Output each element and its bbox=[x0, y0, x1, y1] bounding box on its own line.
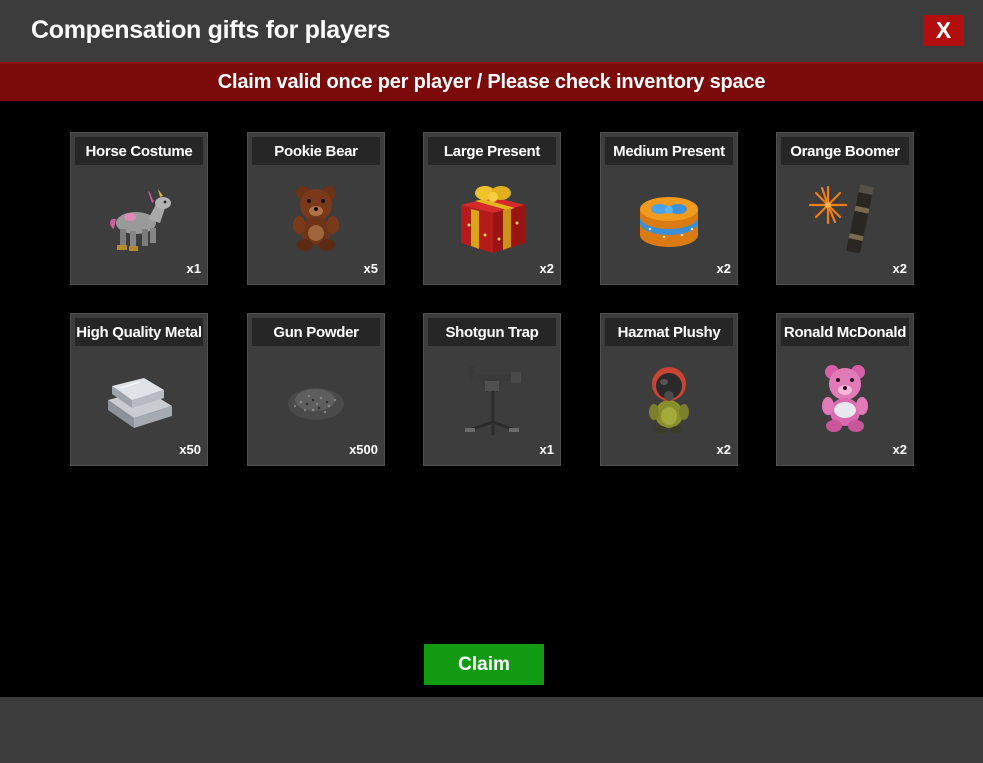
item-card-large-present[interactable]: Large Present x2 bbox=[423, 132, 561, 285]
item-card-gun-powder[interactable]: Gun Powder x500 bbox=[247, 313, 385, 466]
item-name: Horse Costume bbox=[75, 137, 203, 165]
item-card-ronald-mcdonald[interactable]: Ronald McDonald x2 bbox=[776, 313, 914, 466]
title-bar: Compensation gifts for players X bbox=[0, 0, 983, 62]
item-card-hazmat-plushy[interactable]: Hazmat Plushy x2 bbox=[600, 313, 738, 466]
notice-text: Claim valid once per player / Please che… bbox=[217, 71, 766, 93]
item-name: Pookie Bear bbox=[252, 137, 380, 165]
shotgun-trap-icon bbox=[465, 366, 521, 436]
item-card-pookie-bear[interactable]: Pookie Bear x5 bbox=[247, 132, 385, 285]
item-name: Shotgun Trap bbox=[428, 318, 556, 346]
item-name: Orange Boomer bbox=[781, 137, 909, 165]
item-quantity: x2 bbox=[539, 261, 554, 276]
item-card-shotgun-trap[interactable]: Shotgun Trap x1 bbox=[423, 313, 561, 466]
item-name: High Quality Metal bbox=[75, 318, 203, 346]
hazmat-plushy-icon bbox=[649, 367, 689, 434]
item-card-high-quality-metal[interactable]: High Quality Metal x50 bbox=[70, 313, 208, 466]
pink-bear-icon bbox=[822, 365, 868, 432]
pookie-bear-icon bbox=[293, 186, 339, 251]
item-card-medium-present[interactable]: Medium Present x2 bbox=[600, 132, 738, 285]
item-quantity: x2 bbox=[716, 261, 731, 276]
gun-powder-icon bbox=[288, 388, 344, 420]
item-card-horse-costume[interactable]: Horse Costume x1 bbox=[70, 132, 208, 285]
item-quantity: x2 bbox=[892, 442, 907, 457]
item-quantity: x5 bbox=[363, 261, 378, 276]
item-quantity: x50 bbox=[179, 442, 201, 457]
close-button[interactable]: X bbox=[923, 15, 964, 46]
item-quantity: x1 bbox=[539, 442, 554, 457]
medium-present-icon bbox=[640, 197, 698, 247]
metal-ingot-icon bbox=[108, 378, 172, 428]
item-quantity: x1 bbox=[186, 261, 201, 276]
window-title: Compensation gifts for players bbox=[31, 16, 391, 44]
item-name: Hazmat Plushy bbox=[605, 318, 733, 346]
claim-button[interactable]: Claim bbox=[424, 644, 544, 685]
item-name: Large Present bbox=[428, 137, 556, 165]
item-name: Ronald McDonald bbox=[781, 318, 909, 346]
item-name: Gun Powder bbox=[252, 318, 380, 346]
item-name: Medium Present bbox=[605, 137, 733, 165]
item-card-orange-boomer[interactable]: Orange Boomer x2 bbox=[776, 132, 914, 285]
item-quantity: x500 bbox=[349, 442, 378, 457]
horse-costume-icon bbox=[110, 189, 171, 251]
notice-banner: Claim valid once per player / Please che… bbox=[0, 62, 983, 101]
large-present-icon bbox=[461, 186, 525, 253]
footer-bar bbox=[0, 697, 983, 763]
orange-boomer-icon bbox=[808, 184, 874, 254]
gift-window: Compensation gifts for players X Claim v… bbox=[0, 0, 983, 763]
item-quantity: x2 bbox=[716, 442, 731, 457]
item-quantity: x2 bbox=[892, 261, 907, 276]
